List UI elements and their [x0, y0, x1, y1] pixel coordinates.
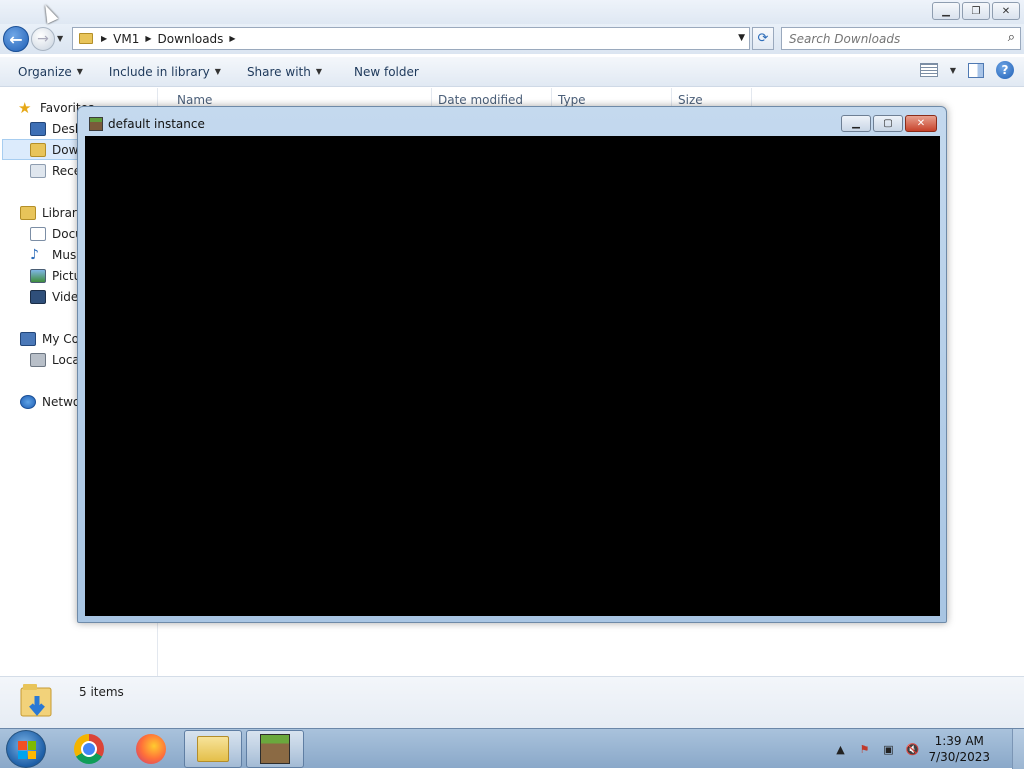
share-with-button[interactable]: Share with ▼: [247, 65, 322, 79]
desktop-icon: [30, 121, 46, 136]
taskbar-chrome[interactable]: [60, 730, 118, 768]
action-center-icon[interactable]: ⚑: [856, 741, 872, 757]
taskbar-firefox[interactable]: [122, 730, 180, 768]
organize-label: Organize: [18, 64, 72, 79]
help-icon[interactable]: ?: [996, 61, 1014, 79]
more-views-dropdown-icon[interactable]: ▼: [950, 66, 956, 75]
firefox-icon: [136, 734, 166, 764]
search-box[interactable]: ⌕: [781, 27, 1021, 50]
minecraft-icon: [260, 734, 290, 764]
downloads-folder-icon: [20, 684, 52, 717]
window-title: default instance: [108, 117, 205, 131]
chrome-icon: [74, 734, 104, 764]
organize-button[interactable]: Organize ▼: [18, 65, 83, 79]
share-with-label: Share with: [246, 64, 311, 79]
breadcrumb: ▶ VM1 ▶ Downloads ▶: [101, 32, 236, 46]
search-input[interactable]: [782, 28, 992, 49]
close-button[interactable]: ✕: [905, 115, 937, 132]
item-count: 5 items: [79, 685, 124, 699]
breadcrumb-item-downloads[interactable]: Downloads: [158, 32, 224, 46]
downloads-folder-icon: [30, 142, 46, 157]
taskbar-explorer[interactable]: [184, 730, 242, 768]
folder-icon: [79, 33, 93, 44]
explorer-icon: [197, 736, 229, 762]
libraries-icon: [20, 205, 36, 220]
game-window[interactable]: default instance ▁ ▢ ✕: [77, 106, 947, 623]
minimize-button[interactable]: ▁: [841, 115, 871, 132]
recent-pages-dropdown-icon[interactable]: ▼: [57, 34, 63, 43]
new-folder-button[interactable]: New folder: [354, 65, 419, 79]
taskbar: ▲ ⚑ ▣ 🔇 1:39 AM 7/30/2023: [0, 728, 1024, 769]
show-desktop-button[interactable]: [1012, 729, 1024, 769]
address-bar[interactable]: ▶ VM1 ▶ Downloads ▶ ▼: [72, 27, 750, 50]
pictures-icon: [30, 268, 46, 283]
minecraft-grass-block-icon: [89, 117, 103, 131]
windows-logo-icon: [18, 741, 36, 759]
breadcrumb-item-vm1[interactable]: VM1: [113, 32, 139, 46]
chevron-right-icon[interactable]: ▶: [229, 34, 235, 43]
chevron-down-icon: ▼: [214, 67, 221, 76]
recent-places-icon: [30, 163, 46, 178]
preview-pane-icon[interactable]: [968, 62, 984, 78]
system-tray: ▲ ⚑ ▣ 🔇 1:39 AM 7/30/2023: [832, 729, 1024, 769]
clock-date: 7/30/2023: [928, 750, 990, 764]
star-icon: ★: [18, 98, 32, 117]
new-folder-label: New folder: [354, 64, 419, 79]
computer-icon: [20, 331, 36, 346]
restore-button[interactable]: ❐: [962, 2, 990, 20]
chevron-right-icon[interactable]: ▶: [145, 34, 151, 43]
include-in-library-label: Include in library: [108, 64, 210, 79]
status-bar: 5 items: [0, 676, 1024, 728]
volume-muted-icon[interactable]: 🔇: [904, 741, 920, 757]
network-icon: [20, 394, 36, 409]
videos-icon: [30, 289, 46, 304]
clock[interactable]: 1:39 AM 7/30/2023: [928, 733, 990, 765]
refresh-button[interactable]: ⟳: [752, 27, 774, 50]
close-button[interactable]: ✕: [992, 2, 1020, 20]
address-history-dropdown-icon[interactable]: ▼: [738, 33, 745, 43]
documents-icon: [30, 226, 46, 241]
start-button[interactable]: [6, 730, 46, 768]
chevron-down-icon: ▼: [76, 67, 83, 76]
maximize-button[interactable]: ▢: [873, 115, 903, 132]
disk-icon: [30, 352, 46, 367]
back-button[interactable]: ←: [3, 26, 29, 52]
forward-button[interactable]: →: [31, 27, 55, 51]
show-hidden-icons-icon[interactable]: ▲: [832, 741, 848, 757]
network-status-icon[interactable]: ▣: [880, 741, 896, 757]
search-icon[interactable]: ⌕: [1008, 30, 1015, 45]
minimize-button[interactable]: ▁: [932, 2, 960, 20]
taskbar-minecraft[interactable]: [246, 730, 304, 768]
navigation-bar: ← → ▼ ▶ VM1 ▶ Downloads ▶ ▼ ⟳ ⌕: [0, 24, 1024, 54]
change-view-icon[interactable]: [919, 63, 938, 77]
chevron-right-icon[interactable]: ▶: [101, 34, 107, 43]
command-bar: Organize ▼ Include in library ▼ Share wi…: [0, 57, 1024, 87]
include-in-library-button[interactable]: Include in library ▼: [109, 65, 221, 79]
chevron-down-icon: ▼: [315, 67, 322, 76]
music-icon: ♪: [30, 246, 39, 263]
game-canvas[interactable]: [85, 136, 940, 616]
clock-time: 1:39 AM: [934, 734, 984, 748]
explorer-titlebar[interactable]: ▁ ❐ ✕: [0, 0, 1024, 24]
